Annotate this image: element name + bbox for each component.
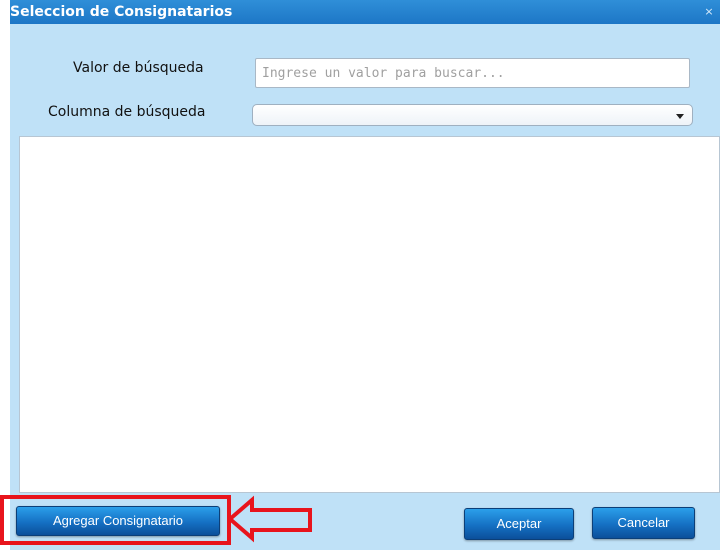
chevron-down-icon[interactable] [676, 114, 684, 119]
results-list[interactable] [19, 136, 720, 493]
consignee-selection-dialog: Seleccion de Consignatarios × Valor de b… [10, 0, 720, 550]
search-value-label: Valor de búsqueda [73, 60, 204, 76]
dialog-title: Seleccion de Consignatarios [10, 4, 233, 20]
accept-button[interactable]: Aceptar [464, 508, 574, 540]
search-input[interactable] [255, 58, 690, 88]
search-column-select[interactable] [252, 104, 693, 126]
left-arrow-outline-icon [226, 495, 312, 543]
close-icon[interactable]: × [702, 5, 716, 19]
cancel-button[interactable]: Cancelar [592, 507, 695, 539]
title-bar[interactable]: Seleccion de Consignatarios × [10, 0, 720, 24]
search-column-label: Columna de búsqueda [48, 104, 206, 120]
highlight-box [0, 495, 231, 545]
